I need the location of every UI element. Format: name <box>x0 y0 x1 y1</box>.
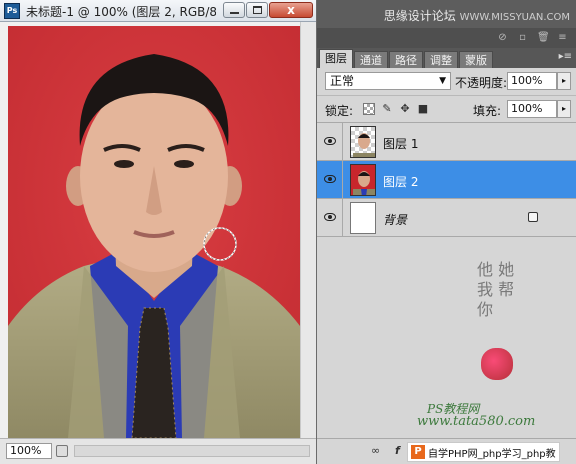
tab-paths[interactable]: 路径 <box>389 51 423 68</box>
eye-visibility-icon[interactable] <box>324 137 336 145</box>
opacity-input[interactable]: 100% <box>507 72 557 90</box>
document-canvas[interactable] <box>8 26 300 438</box>
panel-tabs: 图层 通道 路径 调整 蒙版 ▸≡ <box>317 48 576 68</box>
lock-position-move-icon[interactable]: ✥ <box>399 103 411 115</box>
layers-empty-area: 他 她 我 帮 你 PS教程网 www.tata580.com <box>317 238 576 438</box>
watermark-site-url: www.tata580.com <box>417 414 536 429</box>
forum-watermark-banner: 思缘设计论坛 WWW.MISSYUAN.COM <box>317 0 576 28</box>
site-banner-text: 自学PHP网_php学习_php教 <box>428 448 556 460</box>
panel-menu-icon[interactable]: ▸≡ <box>559 51 572 62</box>
fill-input[interactable]: 100% <box>507 100 557 118</box>
document-titlebar[interactable]: Ps 未标题-1 @ 100% (图层 2, RGB/8... x <box>0 0 316 22</box>
panels-area: 思缘设计论坛 WWW.MISSYUAN.COM ⊘ ▫ 🗑 ≡ 图层 通道 路径… <box>317 0 576 464</box>
calligraphy-watermark: 他 她 我 帮 你 <box>477 260 547 320</box>
layers-panel-footer: ∞ f P 自学PHP网_php学习_php教 <box>317 438 576 464</box>
blend-mode-value: 正常 <box>330 74 355 88</box>
blend-row: 正常 ▼ 不透明度: 100% ▸ <box>317 68 576 94</box>
layer-row-layer-1[interactable]: 图层 1 <box>317 123 576 161</box>
maximize-button[interactable] <box>246 2 268 18</box>
link-layers-icon[interactable]: ∞ <box>371 444 380 457</box>
fill-slider-button[interactable]: ▸ <box>557 100 571 118</box>
document-title: 未标题-1 @ 100% (图层 2, RGB/8... <box>26 5 216 19</box>
status-bar: 100% <box>0 438 316 464</box>
portrait-photo <box>8 26 300 438</box>
forum-name: 思缘设计论坛 <box>383 9 456 23</box>
site-banner: P 自学PHP网_php学习_php教 <box>407 442 560 462</box>
opacity-slider-button[interactable]: ▸ <box>557 72 571 90</box>
layer-thumbnail <box>350 164 376 196</box>
layers-list: 图层 1 图层 2 背景 <box>317 122 576 238</box>
layer-name: 图层 1 <box>383 137 419 151</box>
layer-name: 图层 2 <box>383 175 419 189</box>
calligraphy-text: 他 她 我 帮 你 <box>477 260 515 319</box>
no-entry-icon[interactable]: ⊘ <box>497 32 508 43</box>
document-window: Ps 未标题-1 @ 100% (图层 2, RGB/8... x 100% <box>0 0 316 464</box>
photoshop-icon: Ps <box>4 3 20 19</box>
layer-row-layer-2[interactable]: 图层 2 <box>317 161 576 199</box>
tab-layers[interactable]: 图层 <box>319 49 353 68</box>
fill-label: 填充: <box>473 104 502 118</box>
lock-icon <box>528 212 538 222</box>
minimize-button[interactable] <box>223 2 245 18</box>
tab-adjustments[interactable]: 调整 <box>424 51 458 68</box>
layer-thumbnail <box>350 126 376 158</box>
status-info-icon[interactable] <box>56 445 68 457</box>
close-button[interactable]: x <box>269 2 313 18</box>
layer-thumbnail <box>350 202 376 234</box>
site-logo-icon: P <box>411 445 425 459</box>
red-seal-stamp <box>481 348 513 380</box>
lock-row: 锁定: ✎ ✥ ■ 填充: 100% ▸ <box>317 95 576 121</box>
vertical-scrollbar[interactable] <box>300 22 316 438</box>
lock-all-icon[interactable]: ■ <box>417 103 429 115</box>
panel-mini-toolbar: ⊘ ▫ 🗑 ≡ <box>317 28 576 48</box>
layer-name: 背景 <box>383 213 408 227</box>
tab-masks[interactable]: 蒙版 <box>459 51 493 68</box>
lock-transparency-icon[interactable] <box>363 103 375 115</box>
opacity-label: 不透明度: <box>455 76 508 90</box>
lock-image-brush-icon[interactable]: ✎ <box>381 103 393 115</box>
chevron-down-icon: ▼ <box>439 76 446 86</box>
blend-mode-select[interactable]: 正常 ▼ <box>325 72 451 90</box>
minimize-icon <box>230 12 239 14</box>
horizontal-scrollbar[interactable] <box>74 445 310 457</box>
layer-style-fx-icon[interactable]: f <box>395 444 400 457</box>
trash-icon[interactable]: 🗑 <box>537 32 550 43</box>
tab-channels[interactable]: 通道 <box>354 51 388 68</box>
forum-url: WWW.MISSYUAN.COM <box>459 12 570 23</box>
eye-visibility-icon[interactable] <box>324 213 336 221</box>
maximize-icon <box>253 6 262 14</box>
zoom-level-field[interactable]: 100% <box>6 443 52 459</box>
layer-row-background[interactable]: 背景 <box>317 199 576 237</box>
lock-label: 锁定: <box>325 104 354 118</box>
eye-visibility-icon[interactable] <box>324 175 336 183</box>
new-icon[interactable]: ▫ <box>517 32 528 43</box>
options-icon[interactable]: ≡ <box>557 32 568 43</box>
